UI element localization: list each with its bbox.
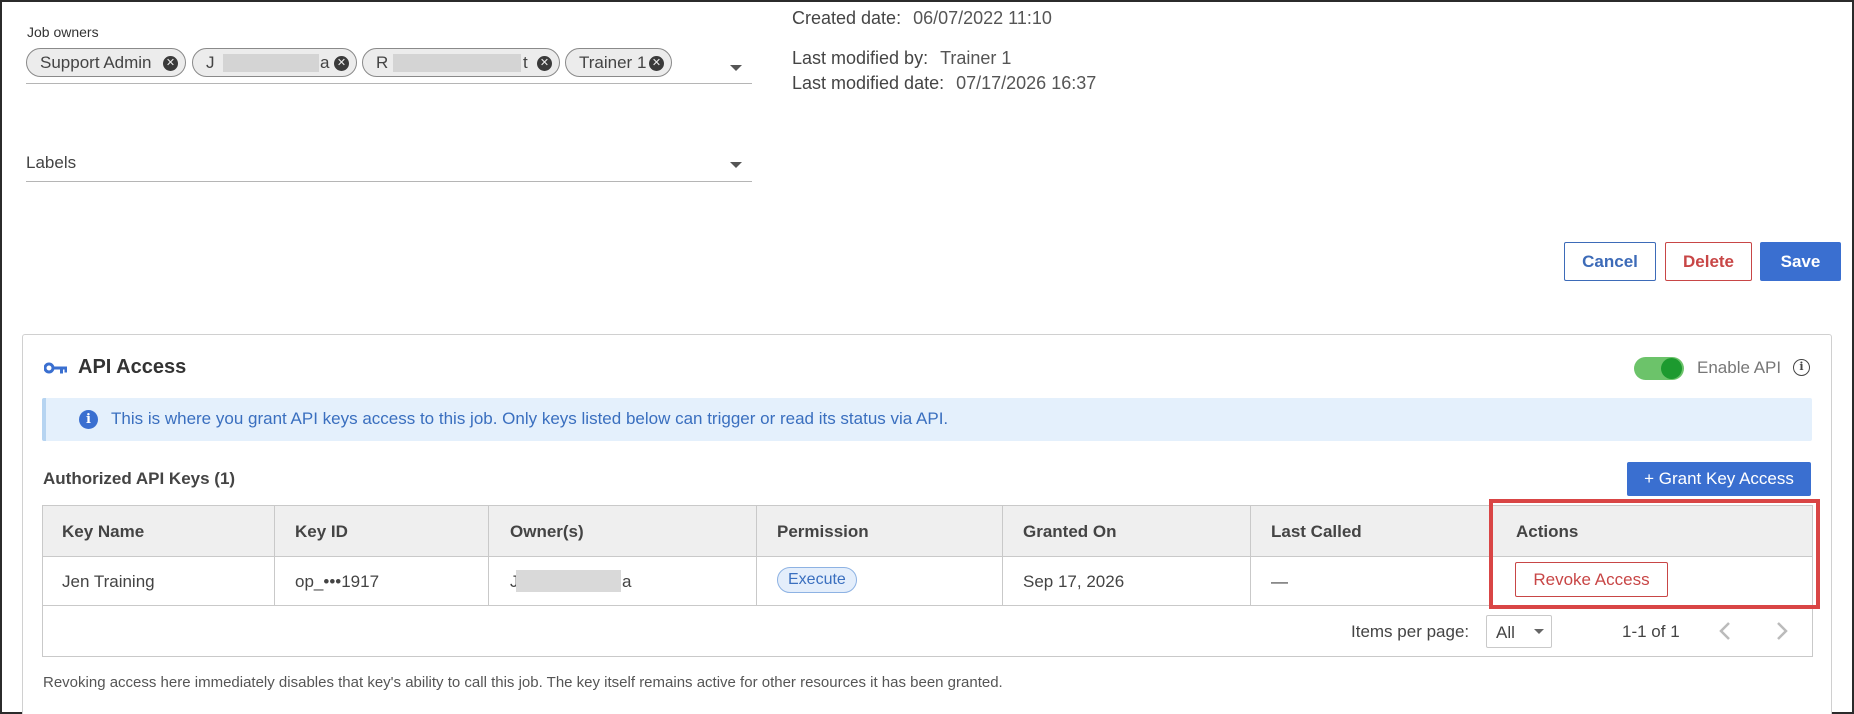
column-header: Granted On	[1023, 522, 1117, 541]
info-icon: i	[79, 410, 98, 429]
owner-chip-label: Trainer 1	[579, 53, 647, 72]
modified-by-label: Last modified by:	[792, 48, 929, 68]
labels-placeholder: Labels	[26, 153, 77, 172]
chevron-left-icon[interactable]	[1715, 620, 1737, 642]
modified-by-value: Trainer 1	[940, 48, 1012, 68]
column-header: Key ID	[295, 522, 348, 541]
column-header: Owner(s)	[510, 522, 584, 541]
column-header: Key Name	[62, 522, 145, 541]
column-last-called: Last Called —	[1251, 506, 1491, 606]
redacted-text	[516, 570, 621, 592]
redacted-text	[393, 54, 521, 72]
api-access-title: API Access	[78, 356, 187, 378]
cell-granted-on: Sep 17, 2026	[1023, 572, 1125, 591]
cell-key-name: Jen Training	[62, 572, 155, 591]
cell-key-id: op_•••1917	[295, 572, 380, 591]
info-banner-text: This is where you grant API keys access …	[111, 409, 949, 428]
toggle-knob	[1661, 358, 1682, 379]
redacted-text	[223, 54, 319, 72]
remove-chip-icon[interactable]: ✕	[649, 56, 664, 71]
labels-select[interactable]: Labels	[26, 150, 752, 182]
enable-api-toggle[interactable]	[1634, 357, 1684, 380]
info-banner: i This is where you grant API keys acces…	[42, 398, 1812, 441]
items-per-page-value: All	[1496, 623, 1515, 642]
created-date: Created date: 06/07/2022 11:10	[792, 8, 1052, 29]
remove-chip-icon[interactable]: ✕	[334, 56, 349, 71]
pagination-range: 1-1 of 1	[1622, 622, 1680, 641]
column-header: Last Called	[1271, 522, 1362, 541]
revoke-footnote: Revoking access here immediately disable…	[43, 674, 1003, 691]
remove-chip-icon[interactable]: ✕	[537, 56, 552, 71]
chevron-right-icon[interactable]	[1770, 620, 1792, 642]
column-permission: Permission Execute	[757, 506, 1003, 606]
owner-chip-label: J	[206, 53, 215, 72]
enable-api-label: Enable API	[1697, 358, 1782, 377]
last-modified-date: Last modified date: 07/17/2026 16:37	[792, 73, 1096, 94]
last-modified-by: Last modified by: Trainer 1	[792, 48, 1011, 69]
actions-highlight-box	[1489, 499, 1820, 609]
column-owners: Owner(s) J a	[489, 506, 757, 606]
chevron-down-icon[interactable]	[730, 65, 742, 71]
owner-chip[interactable]: Trainer 1 ✕	[565, 48, 672, 77]
column-granted-on: Granted On Sep 17, 2026	[1003, 506, 1251, 606]
owner-chip[interactable]: Support Admin ✕	[26, 48, 186, 77]
modified-date-label: Last modified date:	[792, 73, 945, 93]
owner-chip-label-tail: a	[320, 53, 330, 72]
cancel-button[interactable]: Cancel	[1564, 242, 1656, 281]
owner-chip[interactable]: J a ✕	[192, 48, 357, 77]
owner-chip[interactable]: R t ✕	[362, 48, 560, 77]
created-date-value: 06/07/2022 11:10	[913, 8, 1052, 28]
column-key-id: Key ID op_•••1917	[275, 506, 489, 606]
info-icon[interactable]: i	[1793, 359, 1810, 376]
items-per-page-select[interactable]: All	[1486, 615, 1552, 648]
permission-badge: Execute	[777, 567, 857, 593]
grant-key-access-button[interactable]: + Grant Key Access	[1627, 462, 1811, 496]
cell-owner-end: a	[622, 572, 632, 591]
owner-chip-label: Support Admin	[40, 53, 152, 72]
owner-chip-label: R	[376, 53, 389, 72]
modified-date-value: 07/17/2026 16:37	[956, 73, 1097, 93]
cell-last-called: —	[1271, 572, 1288, 591]
key-icon	[44, 362, 67, 374]
column-key-name: Key Name Jen Training	[43, 506, 275, 606]
created-date-label: Created date:	[792, 8, 902, 28]
chevron-down-icon	[1534, 629, 1544, 634]
column-header: Permission	[777, 522, 869, 541]
job-owners-field[interactable]: Support Admin ✕ J a ✕ R t ✕ Trainer 1 ✕	[26, 47, 752, 84]
chevron-down-icon[interactable]	[730, 162, 742, 168]
authorized-keys-heading: Authorized API Keys (1)	[43, 469, 236, 488]
items-per-page-label: Items per page:	[1351, 622, 1470, 641]
save-button[interactable]: Save	[1760, 242, 1841, 281]
remove-chip-icon[interactable]: ✕	[163, 56, 178, 71]
owner-chip-label-tail: t	[523, 53, 528, 72]
delete-button[interactable]: Delete	[1665, 242, 1752, 281]
job-owners-label: Job owners	[27, 24, 99, 40]
